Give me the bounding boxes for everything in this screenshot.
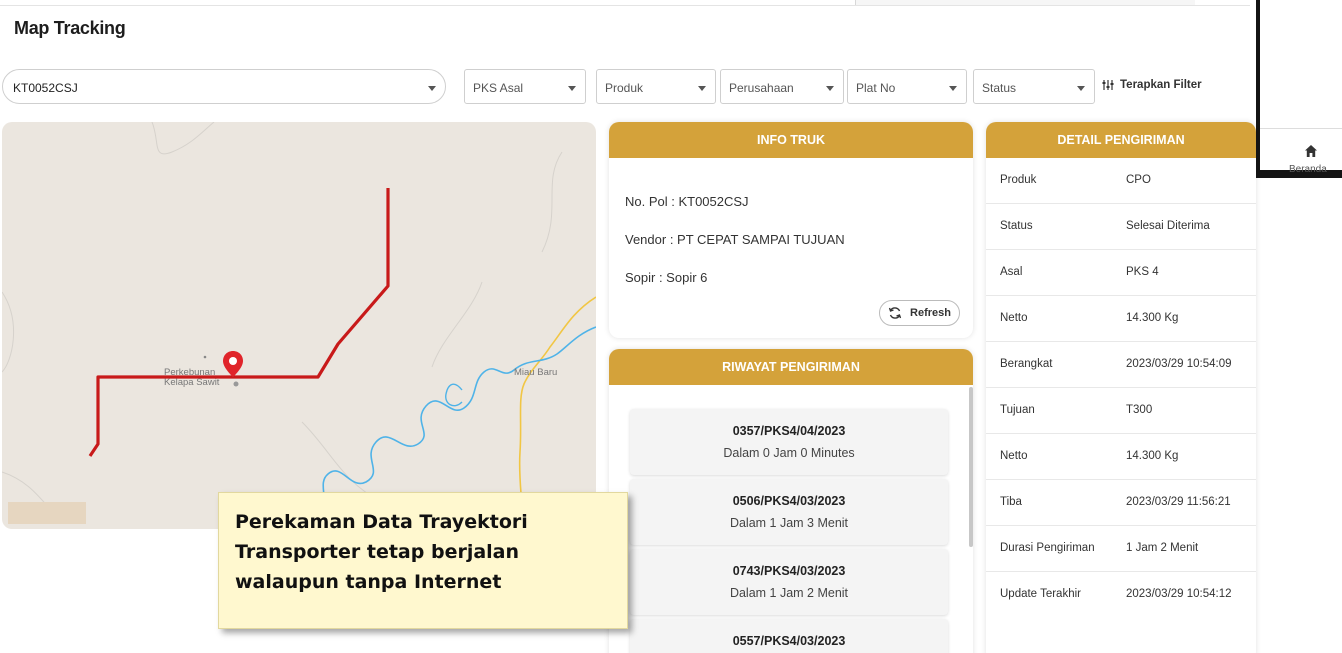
detail-row-produk: Produk CPO (986, 158, 1256, 204)
detail-label: Durasi Pengiriman (1000, 542, 1095, 554)
vehicle-select[interactable]: KT0052CSJ (2, 69, 446, 104)
detail-label: Netto (1000, 450, 1028, 462)
refresh-button[interactable]: Refresh (879, 300, 960, 326)
pks-asal-select[interactable]: PKS Asal (464, 69, 586, 104)
location-pin-icon[interactable] (222, 350, 244, 378)
detail-label: Produk (1000, 174, 1037, 186)
history-item-duration: Dalam 0 Jam 0 Minutes (723, 446, 855, 460)
detail-value: 14.300 Kg (1126, 312, 1179, 324)
history-item-number: 0506/PKS4/03/2023 (732, 494, 846, 508)
info-vendor: Vendor : PT CEPAT SAMPAI TUJUAN (625, 232, 845, 247)
produk-select[interactable]: Produk (596, 69, 716, 104)
chevron-down-icon (1077, 86, 1085, 91)
history-item-number: 0743/PKS4/03/2023 (732, 564, 846, 578)
callout-box: Perekaman Data Trayektori Transporter te… (218, 492, 628, 629)
detail-label: Tiba (1000, 496, 1022, 508)
plat-no-select[interactable]: Plat No (847, 69, 967, 104)
detail-label: Status (1000, 220, 1033, 232)
home-nav-label[interactable]: Beranda (1289, 164, 1327, 175)
callout-line-2: Transporter tetap berjalan (235, 541, 520, 563)
history-item[interactable]: 0506/PKS4/03/2023 Dalam 1 Jam 3 Menit (630, 479, 948, 545)
chevron-down-icon (698, 86, 706, 91)
history-item-duration: Dalam 1 Jam 2 Menit (729, 586, 849, 600)
apply-filter-label: Terapkan Filter (1120, 79, 1202, 91)
callout-line-1: Perekaman Data Trayektori (235, 511, 528, 533)
pks-asal-label: PKS Asal (473, 81, 524, 95)
mobile-screen: Beranda (1260, 0, 1342, 175)
detail-row-status: Status Selesai Diterima (986, 204, 1256, 250)
chevron-down-icon (826, 86, 834, 91)
history-item[interactable]: 0743/PKS4/03/2023 Dalam 1 Jam 2 Menit (630, 549, 948, 615)
top-tab-segment (855, 0, 1195, 5)
refresh-icon (888, 307, 902, 319)
riwayat-pengiriman-card: RIWAYAT PENGIRIMAN 0357/PKS4/04/2023 Dal… (609, 349, 973, 653)
status-select[interactable]: Status (973, 69, 1095, 104)
detail-value: PKS 4 (1126, 266, 1159, 278)
mobile-frame: Beranda (1256, 0, 1342, 178)
history-item[interactable]: 0357/PKS4/04/2023 Dalam 0 Jam 0 Minutes (630, 409, 948, 475)
produk-label: Produk (605, 81, 644, 95)
map-label-miau-baru: Miau Baru (514, 367, 558, 378)
detail-value: T300 (1126, 404, 1153, 416)
detail-value: 2023/03/29 11:56:21 (1126, 496, 1231, 508)
status-label: Status (982, 81, 1017, 95)
detail-value: CPO (1126, 174, 1151, 186)
history-item-duration: Dalam 1 Jam 3 Menit (729, 516, 849, 530)
detail-row-update: Update Terakhir 2023/03/29 10:54:12 (986, 572, 1256, 618)
detail-label: Asal (1000, 266, 1023, 278)
detail-value: 14.300 Kg (1126, 450, 1179, 462)
detail-label: Update Terakhir (1000, 588, 1081, 600)
detail-value: 1 Jam 2 Menit (1126, 542, 1199, 554)
page-title: Map Tracking (14, 18, 126, 38)
home-icon[interactable] (1304, 144, 1318, 158)
chevron-down-icon (568, 86, 576, 91)
detail-label: Netto (1000, 312, 1028, 324)
detail-row-berangkat: Berangkat 2023/03/29 10:54:09 (986, 342, 1256, 388)
info-truk-title: INFO TRUK (609, 122, 973, 158)
vehicle-select-value: KT0052CSJ (13, 81, 78, 95)
detail-row-netto: Netto 14.300 Kg (986, 296, 1256, 342)
info-sopir: Sopir : Sopir 6 (625, 270, 708, 285)
riwayat-title: RIWAYAT PENGIRIMAN (609, 349, 973, 385)
chevron-down-icon (949, 86, 957, 91)
detail-label: Berangkat (1000, 358, 1053, 370)
map-label-kelapa-sawit: Kelapa Sawit (164, 377, 220, 388)
mobile-nav-divider (1260, 128, 1342, 129)
perusahaan-label: Perusahaan (729, 81, 794, 95)
detail-value: 2023/03/29 10:54:09 (1126, 358, 1232, 370)
chevron-down-icon (428, 86, 436, 91)
detail-value: Selesai Diterima (1126, 220, 1210, 232)
map-attribution (8, 502, 86, 524)
detail-row-tiba: Tiba 2023/03/29 11:56:21 (986, 480, 1256, 526)
detail-value: 2023/03/29 10:54:12 (1126, 588, 1232, 600)
detail-label: Tujuan (1000, 404, 1035, 416)
history-scrollbar[interactable] (969, 387, 973, 547)
refresh-label: Refresh (910, 307, 951, 319)
plat-no-label: Plat No (856, 81, 896, 95)
callout-line-3: walaupun tanpa Internet (235, 571, 502, 593)
info-truk-card: INFO TRUK No. Pol : KT0052CSJ Vendor : P… (609, 122, 973, 338)
perusahaan-select[interactable]: Perusahaan (720, 69, 844, 104)
history-item-number: 0557/PKS4/03/2023 (732, 634, 846, 648)
history-item-number: 0357/PKS4/04/2023 (732, 424, 846, 438)
apply-filter-button[interactable]: Terapkan Filter (1102, 79, 1202, 91)
history-item[interactable]: 0557/PKS4/03/2023 (630, 619, 948, 653)
detail-row-durasi: Durasi Pengiriman 1 Jam 2 Menit (986, 526, 1256, 572)
map-view[interactable]: Perkebunan Kelapa Sawit Miau Baru (2, 122, 596, 529)
detail-row-asal: Asal PKS 4 (986, 250, 1256, 296)
detail-row-tujuan: Tujuan T300 (986, 388, 1256, 434)
detail-row-netto-tujuan: Netto 14.300 Kg (986, 434, 1256, 480)
filter-sliders-icon (1102, 80, 1114, 90)
detail-pengiriman-card: DETAIL PENGIRIMAN Produk CPO Status Sele… (986, 122, 1256, 653)
map-canvas (2, 122, 596, 529)
detail-title: DETAIL PENGIRIMAN (986, 122, 1256, 158)
info-no-pol: No. Pol : KT0052CSJ (625, 194, 749, 209)
